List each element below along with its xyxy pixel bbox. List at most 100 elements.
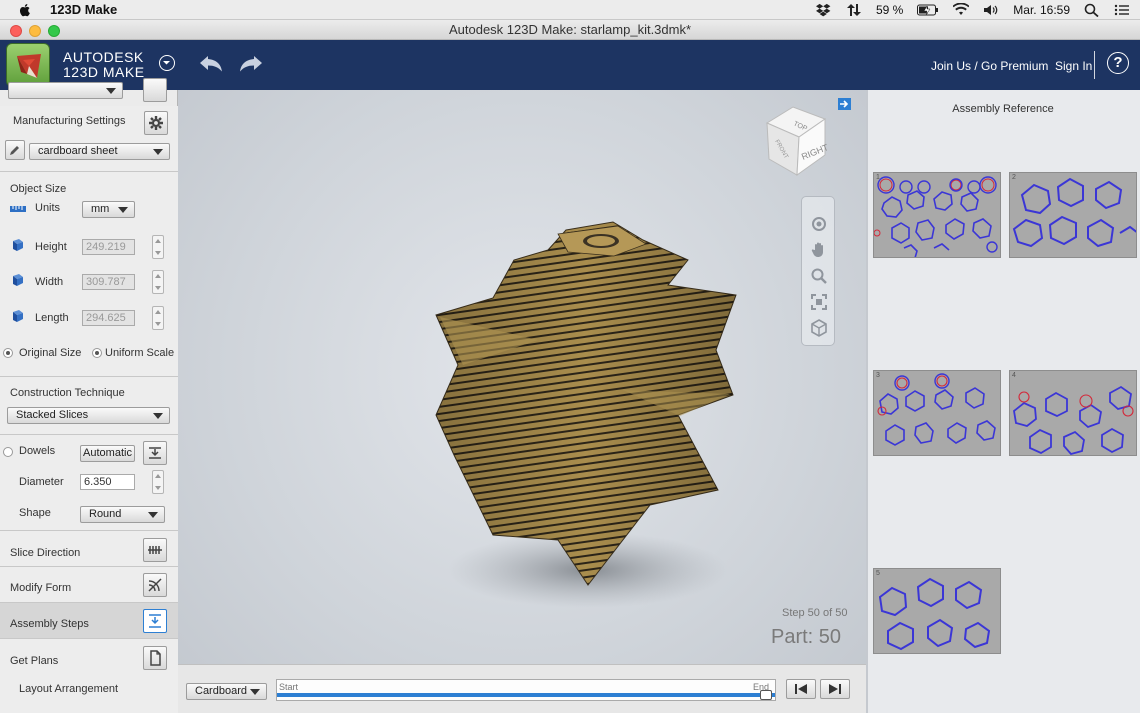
app-logo[interactable]: [6, 43, 50, 87]
undo-icon[interactable]: [198, 52, 226, 74]
fit-view-icon[interactable]: [810, 293, 828, 311]
app-header: AUTODESK 123D MAKE Join Us / Go Premium …: [0, 40, 1140, 90]
sign-in-link[interactable]: Sign In: [1055, 59, 1092, 73]
length-label: Length: [35, 312, 69, 324]
first-step-button[interactable]: [786, 679, 816, 699]
edit-material-button[interactable]: [5, 140, 25, 160]
diameter-stepper[interactable]: [152, 470, 164, 494]
last-step-button[interactable]: [820, 679, 850, 699]
dowels-automatic-button[interactable]: Automatic: [80, 445, 135, 462]
assembly-reference-panel: Assembly Reference 1 2 3 4 5: [866, 90, 1140, 713]
lamp-top-hole-rim: [587, 236, 615, 246]
length-field[interactable]: 294.625: [82, 310, 135, 326]
height-icon: [13, 239, 23, 251]
assembly-sheet-thumbnail[interactable]: 4: [1009, 370, 1137, 456]
units-select[interactable]: mm: [82, 201, 135, 218]
width-field[interactable]: 309.787: [82, 274, 135, 290]
help-button[interactable]: ?: [1107, 52, 1129, 74]
material-select[interactable]: cardboard sheet: [29, 143, 170, 160]
modify-form-section[interactable]: Modify Form: [0, 567, 178, 603]
assembly-sheet-thumbnail[interactable]: 1: [873, 172, 1001, 258]
shape-select[interactable]: Round: [80, 506, 165, 523]
battery-icon[interactable]: [917, 3, 939, 17]
width-label: Width: [35, 276, 64, 288]
manufacturing-settings-button[interactable]: [144, 111, 168, 135]
window-minimize-button[interactable]: [29, 25, 41, 37]
volume-icon[interactable]: [983, 3, 999, 17]
material-view-select[interactable]: Cardboard: [186, 683, 267, 700]
star-lamp-model[interactable]: [418, 220, 788, 610]
assembly-steps-button[interactable]: [143, 609, 167, 633]
wifi-icon[interactable]: [953, 3, 970, 17]
construction-select[interactable]: Stacked Slices: [7, 407, 170, 424]
view-cube[interactable]: TOP FRONT RIGHT: [763, 105, 829, 177]
length-icon: [13, 310, 23, 322]
assembly-steps-section[interactable]: Assembly Steps: [0, 603, 178, 639]
sheet-number: 2: [1012, 174, 1016, 181]
3d-viewport[interactable]: TOP FRONT RIGHT Step 50 of 50 Part: 50: [178, 90, 866, 713]
assembly-sheet-thumbnail[interactable]: 5: [873, 568, 1001, 654]
sheet-outline-drawing: [1012, 177, 1136, 248]
document-icon: [150, 650, 161, 666]
construction-section: Construction Technique Stacked Slices: [0, 377, 178, 435]
assembly-sheet-thumbnail[interactable]: 3: [873, 370, 1001, 456]
cutoff-dropdown[interactable]: [8, 82, 123, 99]
dowels-section: Dowels Automatic Diameter 6.350 Shape Ro…: [0, 435, 178, 531]
orbit-icon[interactable]: [810, 215, 828, 233]
join-premium-link[interactable]: Join Us / Go Premium: [931, 59, 1048, 73]
diameter-field[interactable]: 6.350: [80, 474, 135, 490]
slider-progress: [277, 693, 775, 697]
original-size-radio[interactable]: [3, 348, 13, 358]
get-plans-button[interactable]: [143, 646, 167, 670]
sync-icon[interactable]: [846, 3, 862, 17]
slice-direction-section[interactable]: Slice Direction: [0, 531, 178, 567]
modify-form-button[interactable]: [143, 573, 167, 597]
cutoff-button[interactable]: [143, 78, 167, 102]
step-counter: Step 50 of 50: [782, 607, 848, 619]
expand-panel-button[interactable]: [838, 98, 851, 110]
sheet-outline-drawing: [878, 577, 991, 651]
home-view-icon[interactable]: [810, 319, 828, 337]
apple-icon[interactable]: [18, 3, 32, 17]
pan-hand-icon[interactable]: [810, 241, 828, 259]
dowels-place-button[interactable]: [143, 441, 167, 465]
shape-label: Shape: [19, 507, 51, 519]
zoom-icon[interactable]: [810, 267, 828, 285]
step-slider[interactable]: Start End: [276, 679, 776, 701]
redo-icon[interactable]: [236, 52, 264, 74]
slider-start-label: Start: [279, 682, 299, 692]
sheet-number: 1: [876, 174, 880, 181]
modify-form-label: Modify Form: [10, 582, 72, 594]
layout-arrangement-label[interactable]: Layout Arrangement: [19, 683, 118, 695]
width-stepper[interactable]: [152, 270, 164, 294]
sheet-number: 5: [876, 570, 880, 577]
object-size-section: Object Size Units mm Height 249.219 Widt…: [0, 172, 178, 377]
window-title-bar: Autodesk 123D Make: starlamp_kit.3dmk*: [0, 20, 1140, 40]
sheet-number: 3: [876, 372, 880, 379]
dropbox-icon[interactable]: [815, 3, 832, 17]
dowel-tool-icon: [149, 447, 161, 459]
manufacturing-section: Manufacturing Settings cardboard sheet: [0, 106, 178, 172]
notification-center-icon[interactable]: [1114, 3, 1130, 17]
navigation-bar: [801, 196, 835, 346]
window-close-button[interactable]: [10, 25, 22, 37]
height-field[interactable]: 249.219: [82, 239, 135, 255]
slider-thumb[interactable]: [760, 690, 772, 700]
dowels-radio[interactable]: [3, 447, 13, 457]
height-stepper[interactable]: [152, 235, 164, 259]
menu-app-name[interactable]: 123D Make: [50, 2, 117, 17]
uniform-scale-radio[interactable]: [92, 348, 102, 358]
pencil-icon: [10, 146, 19, 155]
part-counter: Part: 50: [771, 626, 842, 648]
menu-clock[interactable]: Mar. 16:59: [1013, 3, 1070, 17]
skip-forward-icon: [829, 684, 841, 694]
length-stepper[interactable]: [152, 306, 164, 330]
uniform-scale-label: Uniform Scale: [105, 347, 175, 359]
dowels-label: Dowels: [19, 445, 56, 457]
slice-direction-button[interactable]: [143, 538, 167, 562]
spotlight-search-icon[interactable]: [1084, 3, 1100, 17]
app-menu-dropdown[interactable]: [159, 55, 175, 71]
sheet-outline-drawing: [877, 373, 996, 446]
assembly-sheet-thumbnail[interactable]: 2: [1009, 172, 1137, 258]
window-maximize-button[interactable]: [48, 25, 60, 37]
